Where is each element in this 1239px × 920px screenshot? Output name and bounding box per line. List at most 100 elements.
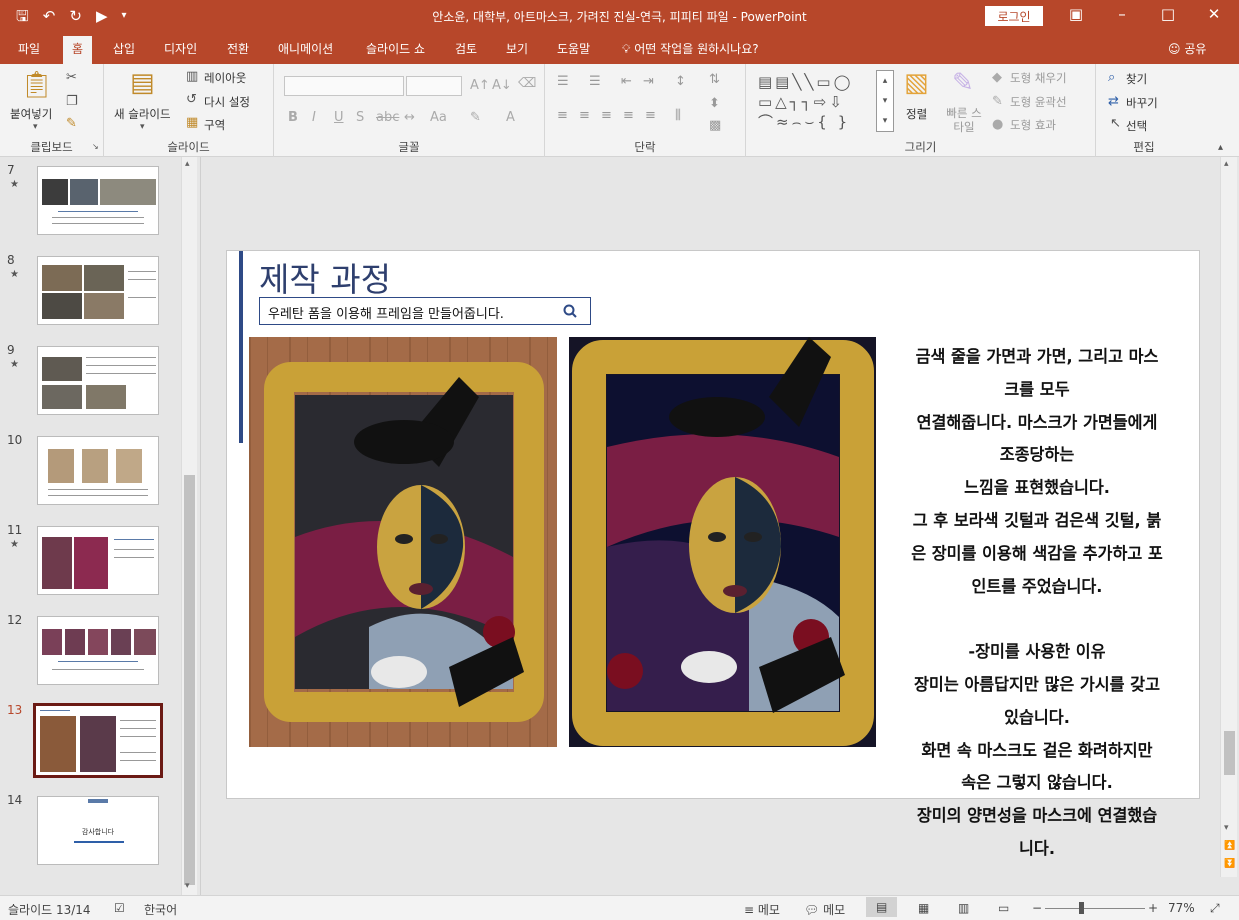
justify-icon[interactable]: ≡ [623, 108, 634, 123]
zoom-in-icon[interactable]: + [1148, 901, 1158, 915]
slideshow-view-icon[interactable]: ▭ [998, 901, 1009, 915]
notes-button[interactable]: ≡ 메모 [744, 901, 780, 918]
language-indicator[interactable]: 한국어 [144, 901, 177, 918]
search-text-box[interactable]: 우레탄 폼을 이용해 프레임을 만들어줍니다. [259, 297, 591, 325]
minimize-icon[interactable]: – [1107, 5, 1137, 23]
line-spacing-icon[interactable]: ↕ [675, 74, 686, 89]
align-right-icon[interactable]: ≡ [601, 108, 612, 123]
decrease-font-icon[interactable]: A↓ [492, 78, 512, 93]
align-left-icon[interactable]: ≡ [557, 108, 568, 123]
tab-file[interactable]: 파일 [18, 40, 40, 57]
increase-font-icon[interactable]: A↑ [470, 78, 490, 93]
slide-thumbnail-12[interactable] [37, 616, 159, 685]
slide-thumbnail-10[interactable] [37, 436, 159, 505]
shadow-icon[interactable]: S [356, 110, 364, 125]
tab-design[interactable]: 디자인 [164, 40, 197, 57]
paste-icon[interactable]: 📋︎ [20, 70, 53, 100]
slide-thumbnail-11[interactable] [37, 526, 159, 595]
login-button[interactable]: 로그인 [985, 6, 1043, 26]
slide-title[interactable]: 제작 과정 [259, 253, 391, 301]
arrange-icon[interactable]: ▧ [904, 68, 929, 98]
paste-button[interactable]: 붙여넣기 [10, 106, 52, 122]
editor-scroll-thumb[interactable] [1224, 731, 1235, 775]
find-icon[interactable]: ⌕ [1108, 70, 1115, 85]
ribbon-display-options-icon[interactable]: ▣ [1061, 5, 1091, 23]
thumbnail-scrollbar[interactable]: ▴ ▾ [181, 157, 197, 895]
columns-icon[interactable]: ⫼ [675, 108, 681, 123]
customize-toolbar-icon[interactable]: ▾ [121, 6, 126, 26]
increase-indent-icon[interactable]: ⇥ [643, 74, 654, 89]
font-color-icon[interactable]: A [506, 110, 515, 125]
arrange-button[interactable]: 정렬 [906, 106, 927, 122]
replace-button[interactable]: 바꾸기 [1126, 95, 1158, 111]
share-button[interactable]: ☺ 공유 [1168, 40, 1206, 57]
close-icon[interactable]: ✕ [1199, 5, 1229, 23]
collapse-ribbon-icon[interactable]: ▴ [1218, 142, 1223, 153]
zoom-level[interactable]: 77% [1168, 901, 1195, 915]
redo-icon[interactable]: ↻ [69, 6, 82, 26]
slide-thumbnail-13[interactable] [33, 703, 163, 778]
slide-body-text[interactable]: 금색 줄을 가면과 가면, 그리고 마스 크를 모두 연결해줍니다. 마스크가 … [877, 341, 1197, 866]
shape-effects-icon[interactable]: ● [992, 117, 1003, 132]
scroll-down-icon[interactable]: ▾ [1224, 823, 1229, 833]
mask-photo-1[interactable] [249, 337, 557, 747]
select-button[interactable]: 선택 [1126, 118, 1147, 134]
replace-icon[interactable]: ⇄ [1108, 94, 1119, 109]
scroll-down-icon[interactable]: ▾ [185, 881, 190, 891]
underline-icon[interactable]: U [334, 110, 344, 125]
reset-button[interactable]: 다시 설정 [204, 94, 250, 110]
editor-scrollbar[interactable]: ▴ ▾ ⏫ ⏬ [1220, 157, 1237, 877]
thumbnail-scroll-thumb[interactable] [184, 475, 195, 885]
maximize-icon[interactable]: □ [1153, 5, 1183, 23]
tab-insert[interactable]: 삽입 [113, 40, 135, 57]
tab-help[interactable]: 도움말 [557, 40, 590, 57]
dialog-launcher-icon[interactable]: ↘ [92, 142, 99, 151]
shape-fill-icon[interactable]: ◆ [992, 70, 1002, 85]
text-direction-icon[interactable]: ⇅ [709, 72, 720, 87]
reset-icon[interactable]: ↺ [186, 92, 197, 107]
tab-animations[interactable]: 애니메이션 [278, 40, 333, 57]
slide-sorter-icon[interactable]: ▦ [918, 901, 929, 915]
clear-format-icon[interactable]: ⌫ [518, 76, 536, 91]
new-slide-dropdown-icon[interactable]: ▾ [140, 122, 145, 132]
slide-thumbnail-7[interactable] [37, 166, 159, 235]
decrease-indent-icon[interactable]: ⇤ [621, 74, 632, 89]
tab-view[interactable]: 보기 [506, 40, 528, 57]
layout-icon[interactable]: ▥ [186, 69, 198, 84]
reading-view-icon[interactable]: ▥ [958, 901, 969, 915]
shape-basic-icon[interactable]: ▭△┐┐⇨⇩ [758, 93, 845, 111]
quick-styles-button[interactable]: 빠른 스타일 [942, 106, 986, 134]
next-slide-icon[interactable]: ⏬ [1224, 859, 1235, 869]
slide-thumbnail-14[interactable]: 감사합니다 [37, 796, 159, 865]
slideshow-from-start-icon[interactable]: ▶ [96, 6, 108, 26]
smartart-icon[interactable]: ▩ [709, 118, 721, 133]
font-name-combo[interactable] [284, 76, 404, 96]
section-button[interactable]: 구역 [204, 117, 225, 133]
shape-fill-button[interactable]: 도형 채우기 [1010, 70, 1067, 86]
shapes-scroll[interactable]: ▴ ▾ ▾ [876, 70, 894, 132]
normal-view-icon[interactable]: ▤ [866, 897, 898, 917]
format-painter-icon[interactable]: ✎ [66, 116, 77, 131]
slide-thumbnail-9[interactable] [37, 346, 159, 415]
spellcheck-icon[interactable]: ☑ [114, 901, 125, 915]
slide-thumbnail-8[interactable] [37, 256, 159, 325]
paste-dropdown-icon[interactable]: ▾ [33, 122, 38, 132]
scroll-up-icon[interactable]: ▴ [185, 159, 190, 169]
align-text-icon[interactable]: ⬍ [709, 96, 720, 111]
section-icon[interactable]: ▦ [186, 115, 198, 130]
tab-transitions[interactable]: 전환 [227, 40, 249, 57]
copy-icon[interactable]: ❐ [66, 94, 78, 109]
zoom-out-icon[interactable]: − [1032, 901, 1042, 915]
font-size-combo[interactable] [406, 76, 462, 96]
zoom-slider-knob[interactable] [1079, 902, 1084, 914]
fit-to-window-icon[interactable]: ⤢ [1210, 901, 1220, 916]
tab-review[interactable]: 검토 [455, 40, 477, 57]
comments-button[interactable]: 💬︎ 메모 [804, 901, 845, 918]
numbering-icon[interactable]: ☰ [589, 74, 601, 89]
new-slide-icon[interactable]: ▤ [130, 68, 155, 98]
strikethrough-icon[interactable]: abc [376, 110, 399, 125]
scroll-up-icon[interactable]: ▴ [1224, 159, 1229, 169]
quick-styles-icon[interactable]: ✎ [952, 68, 974, 98]
save-icon[interactable]: 🖫 [16, 6, 29, 26]
previous-slide-icon[interactable]: ⏫ [1224, 841, 1235, 851]
